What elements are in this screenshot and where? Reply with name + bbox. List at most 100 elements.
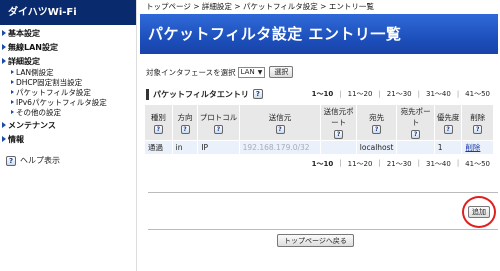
interface-select[interactable]: LAN ▼ (237, 66, 266, 78)
table-header-row: 種別? 方向? プロトコル? 送信元? 送信元ポート? 宛先? 宛先ポート? 優… (144, 104, 494, 141)
triangle-icon (2, 136, 6, 142)
sidebar-sub-lan[interactable]: LAN側設定 (0, 67, 136, 77)
divider (148, 229, 498, 230)
cell-dest: localhost (355, 140, 398, 155)
pager-link[interactable]: 31～40 (420, 89, 457, 99)
chevron-down-icon: ▼ (257, 68, 263, 76)
cell-protocol: IP (197, 140, 240, 155)
col-priority: 優先度? (433, 104, 463, 141)
pager-link[interactable]: 31～40 (420, 159, 457, 169)
triangle-icon (11, 70, 14, 74)
help-icon[interactable]: ? (443, 124, 453, 134)
col-source: 送信元? (238, 104, 322, 141)
header-label: 送信元 (268, 112, 292, 122)
cell-direction: in (171, 140, 199, 155)
help-label: ヘルプ表示 (20, 156, 60, 165)
triangle-icon (11, 100, 14, 104)
sidebar-item-label: メンテナンス (8, 120, 56, 130)
help-icon[interactable]: ? (411, 130, 421, 139)
interface-select-value: LAN (240, 68, 255, 76)
pager-link[interactable]: 1～10 (306, 159, 340, 169)
help-icon[interactable]: ? (213, 124, 223, 134)
help-icon[interactable]: ? (473, 124, 483, 134)
sidebar: ダイハツWi-Fi 基本設定 無線LAN設定 詳細設定 LAN側設定 DHCP固… (0, 0, 137, 271)
triangle-icon (11, 80, 14, 84)
cell-type: 通過 (144, 140, 173, 155)
cell-source: 192.168.179.0/32 (238, 140, 322, 155)
interface-label: 対象インタフェースを選択 (146, 67, 236, 77)
pager-link[interactable]: 1～10 (306, 89, 340, 99)
help-icon[interactable]: ? (252, 89, 263, 99)
pager-link[interactable]: 11～20 (342, 159, 379, 169)
triangle-icon (2, 58, 6, 64)
sidebar-sub-packet-filter[interactable]: パケットフィルタ設定 (0, 87, 136, 97)
cell-dest-port (396, 140, 435, 155)
header-label: 削除 (470, 112, 486, 122)
pager-link[interactable]: 41～50 (459, 159, 496, 169)
divider (148, 192, 498, 193)
add-button-highlight: 追加 (462, 196, 496, 228)
help-icon[interactable]: ? (275, 124, 285, 134)
col-type: 種別? (144, 104, 173, 141)
triangle-icon (2, 30, 6, 36)
page-title: パケットフィルタ設定 エントリ一覧 (140, 14, 498, 54)
triangle-icon (2, 122, 6, 128)
sidebar-item-maintenance[interactable]: メンテナンス (0, 119, 136, 131)
entry-section-title: パケットフィルタエントリ ? (146, 88, 263, 100)
header-label: 優先度 (436, 112, 460, 122)
header-label: 宛先 (369, 112, 385, 122)
col-dest: 宛先? (355, 104, 398, 141)
table-row: 通過 in IP 192.168.179.0/32 localhost 1 削除 (144, 140, 494, 155)
breadcrumb: トップページ > 詳細設定 > パケットフィルタ設定 > エントリ一覧 (146, 2, 374, 11)
sidebar-item-wireless[interactable]: 無線LAN設定 (0, 41, 136, 53)
sidebar-item-label: 情報 (8, 134, 24, 144)
col-dest-port: 宛先ポート? (396, 104, 435, 141)
entry-title-text: パケットフィルタエントリ (153, 89, 249, 99)
triangle-icon (11, 110, 14, 114)
triangle-icon (11, 90, 14, 94)
back-to-top-button[interactable]: トップページへ戻る (277, 234, 354, 247)
select-button[interactable]: 選択 (269, 66, 294, 78)
header-label: プロトコル (199, 112, 238, 122)
help-icon[interactable]: ? (180, 124, 190, 134)
sidebar-sub-label: その他の設定 (16, 107, 61, 117)
pager-link[interactable]: 41～50 (459, 89, 496, 99)
header-label: 送信元ポート (323, 107, 354, 127)
cell-delete: 削除 (461, 140, 494, 155)
help-icon[interactable]: ? (334, 130, 344, 139)
cell-source-port (320, 140, 357, 155)
header-label: 方向 (177, 112, 193, 122)
help-toggle[interactable]: ? ヘルプ表示 (0, 155, 136, 166)
help-icon[interactable]: ? (372, 124, 382, 134)
help-icon: ? (6, 155, 16, 166)
header-label: 宛先ポート (400, 107, 431, 127)
col-direction: 方向? (171, 104, 199, 141)
interface-select-row: 対象インタフェースを選択 LAN ▼ 選択 (138, 66, 500, 78)
header-label: 種別 (150, 112, 166, 122)
pager-bottom: 1～10 | 11～20 | 21～30 | 31～40 | 41～50 (146, 159, 496, 169)
help-icon[interactable]: ? (153, 124, 163, 134)
entry-header: パケットフィルタエントリ ? 1～10 | 11～20 | 21～30 | 31～40… (146, 86, 496, 102)
sidebar-item-basic[interactable]: 基本設定 (0, 27, 136, 39)
pager-link[interactable]: 11～20 (342, 89, 379, 99)
sidebar-sub-dhcp[interactable]: DHCP固定割当設定 (0, 77, 136, 87)
sidebar-sub-ipv6-filter[interactable]: IPv6パケットフィルタ設定 (0, 97, 136, 107)
col-delete: 削除? (461, 104, 494, 141)
sidebar-item-label: 基本設定 (8, 28, 40, 38)
triangle-icon (2, 44, 6, 50)
pager-link[interactable]: 21～30 (381, 159, 418, 169)
col-protocol: プロトコル? (197, 104, 240, 141)
sidebar-item-label: 無線LAN設定 (8, 42, 58, 52)
pager-link[interactable]: 21～30 (381, 89, 418, 99)
brand-title: ダイハツWi-Fi (0, 0, 136, 25)
sidebar-item-advanced[interactable]: 詳細設定 (0, 55, 136, 67)
sidebar-item-info[interactable]: 情報 (0, 133, 136, 145)
main-content: トップページ > 詳細設定 > パケットフィルタ設定 > エントリ一覧 パケット… (138, 0, 500, 271)
sidebar-sub-other[interactable]: その他の設定 (0, 107, 136, 117)
cell-priority: 1 (433, 140, 463, 155)
col-source-port: 送信元ポート? (320, 104, 357, 141)
delete-link[interactable]: 削除 (465, 143, 480, 152)
entry-table: 種別? 方向? プロトコル? 送信元? 送信元ポート? 宛先? 宛先ポート? 優… (144, 104, 494, 155)
sidebar-item-label: 詳細設定 (8, 56, 40, 66)
add-button[interactable]: 追加 (468, 206, 490, 218)
